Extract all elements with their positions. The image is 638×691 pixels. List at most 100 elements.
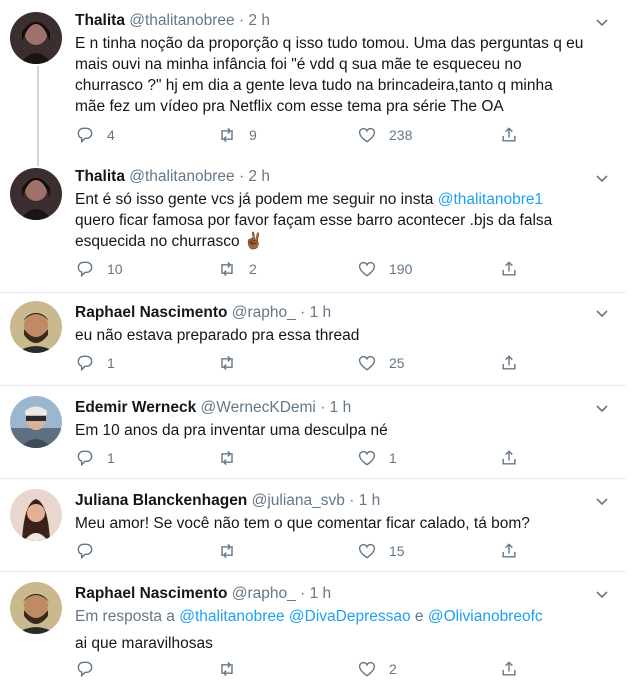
timestamp[interactable]: 1 h	[359, 492, 381, 509]
retweet-icon	[221, 543, 233, 559]
display-name[interactable]: Thalita	[75, 168, 125, 185]
share-icon	[502, 127, 516, 142]
display-name[interactable]: Juliana Blanckenhagen	[75, 492, 247, 509]
tweet-header: Edemir Werneck @WernecKDemi · 1 h	[75, 398, 586, 418]
avatar[interactable]	[10, 582, 62, 634]
display-name[interactable]: Thalita	[75, 12, 125, 29]
share-button[interactable]	[499, 540, 519, 562]
reply-count: 1	[107, 450, 115, 466]
separator-dot: ·	[320, 399, 326, 416]
tweet-text-part: Ent é só isso gente vcs já podem me segu…	[75, 191, 438, 208]
share-icon	[502, 355, 516, 370]
separator-dot: ·	[238, 12, 245, 29]
avatar[interactable]	[10, 489, 62, 541]
like-count: 2	[389, 661, 397, 677]
tweet[interactable]: Thalita @thalitanobree · 2 h Ent é só is…	[0, 162, 626, 293]
display-name[interactable]: Raphael Nascimento	[75, 585, 227, 602]
share-icon	[502, 543, 516, 558]
tweet-text: eu não estava preparado pra essa thread	[75, 327, 360, 344]
chevron-down-icon[interactable]	[594, 305, 610, 321]
share-button[interactable]	[499, 124, 519, 146]
reply-count: 10	[107, 261, 123, 277]
tweet[interactable]: Edemir Werneck @WernecKDemi · 1 h Em 10 …	[0, 386, 626, 478]
chevron-down-icon[interactable]	[594, 493, 610, 509]
like-button[interactable]: 238	[357, 124, 412, 146]
tweet[interactable]: Thalita @thalitanobree · 2 h E n tinha n…	[0, 0, 626, 162]
share-button[interactable]	[499, 447, 519, 469]
retweet-button[interactable]	[217, 447, 249, 469]
retweet-icon	[221, 661, 233, 677]
timestamp[interactable]: 1 h	[310, 585, 332, 602]
timestamp[interactable]: 1 h	[310, 304, 332, 321]
tweet[interactable]: Juliana Blanckenhagen @juliana_svb · 1 h…	[0, 479, 626, 571]
chevron-down-icon[interactable]	[594, 14, 610, 30]
tweet-actions: 2	[75, 658, 535, 680]
reply-button[interactable]	[75, 540, 107, 562]
reply-button[interactable]: 1	[75, 352, 115, 374]
retweet-count: 9	[249, 127, 257, 143]
like-count: 15	[389, 543, 405, 559]
timestamp[interactable]: 2 h	[248, 168, 270, 185]
tweet-text: E n tinha noção da proporção q isso tudo…	[75, 35, 584, 115]
user-handle[interactable]: @thalitanobree	[129, 168, 234, 185]
user-handle[interactable]: @rapho_	[232, 585, 296, 602]
tweet[interactable]: Raphael Nascimento @rapho_ · 1 h Em resp…	[0, 572, 626, 691]
user-handle[interactable]: @thalitanobree	[129, 12, 234, 29]
chevron-down-icon[interactable]	[594, 170, 610, 186]
tweet[interactable]: Raphael Nascimento @rapho_ · 1 h eu não …	[0, 293, 626, 385]
tweet-actions: 1 25	[75, 352, 535, 374]
like-button[interactable]: 25	[357, 352, 405, 374]
avatar[interactable]	[10, 396, 62, 448]
user-handle[interactable]: @WernecKDemi	[201, 399, 316, 416]
reply-button[interactable]: 10	[75, 258, 123, 280]
reply-context: Em resposta a @thalitanobree @DivaDepres…	[75, 606, 586, 627]
mention-link[interactable]: @DivaDepressao	[289, 608, 411, 625]
reply-icon	[77, 127, 93, 144]
like-count: 1	[389, 450, 397, 466]
reply-icon	[77, 355, 93, 372]
reply-button[interactable]: 4	[75, 124, 115, 146]
user-handle[interactable]: @juliana_svb	[252, 492, 345, 509]
timestamp[interactable]: 2 h	[248, 12, 270, 29]
like-icon	[358, 127, 376, 143]
retweet-button[interactable]: 9	[217, 124, 257, 146]
avatar[interactable]	[10, 168, 62, 220]
separator-dot: ·	[238, 168, 245, 185]
mention-link[interactable]: @thalitanobre1	[438, 191, 543, 208]
display-name[interactable]: Edemir Werneck	[75, 399, 196, 416]
tweet-header: Thalita @thalitanobree · 2 h	[75, 167, 586, 187]
user-handle[interactable]: @rapho_	[232, 304, 296, 321]
reply-button[interactable]	[75, 658, 107, 680]
share-button[interactable]	[499, 352, 519, 374]
chevron-down-icon[interactable]	[594, 586, 610, 602]
mention-link[interactable]: @thalitanobree	[179, 608, 284, 625]
tweet-text: Ent é só isso gente vcs já podem me segu…	[75, 189, 586, 252]
share-button[interactable]	[499, 658, 519, 680]
like-button[interactable]: 2	[357, 658, 397, 680]
reply-count: 1	[107, 355, 115, 371]
share-button[interactable]	[499, 258, 519, 280]
tweet-header: Raphael Nascimento @rapho_ · 1 h	[75, 584, 586, 604]
retweet-button[interactable]	[217, 658, 249, 680]
tweet-header: Juliana Blanckenhagen @juliana_svb · 1 h	[75, 491, 586, 511]
display-name[interactable]: Raphael Nascimento	[75, 304, 227, 321]
reply-button[interactable]: 1	[75, 447, 115, 469]
chevron-down-icon[interactable]	[594, 400, 610, 416]
reply-count: 4	[107, 127, 115, 143]
retweet-button[interactable]	[217, 540, 249, 562]
like-count: 238	[389, 127, 413, 143]
like-button[interactable]: 1	[357, 447, 397, 469]
like-button[interactable]: 190	[357, 258, 412, 280]
tweet-actions: 10 2 190	[75, 258, 535, 280]
retweet-button[interactable]	[217, 352, 249, 374]
timestamp[interactable]: 1 h	[330, 399, 352, 416]
avatar[interactable]	[10, 12, 62, 64]
like-button[interactable]: 15	[357, 540, 405, 562]
retweet-button[interactable]: 2	[217, 258, 257, 280]
retweet-count: 2	[249, 261, 257, 277]
mention-link[interactable]: @Olivianobreofc	[428, 608, 543, 625]
separator-dot: ·	[300, 585, 306, 602]
tweet-text: Em 10 anos da pra inventar uma desculpa …	[75, 422, 388, 439]
like-count: 25	[389, 355, 405, 371]
avatar[interactable]	[10, 301, 62, 353]
